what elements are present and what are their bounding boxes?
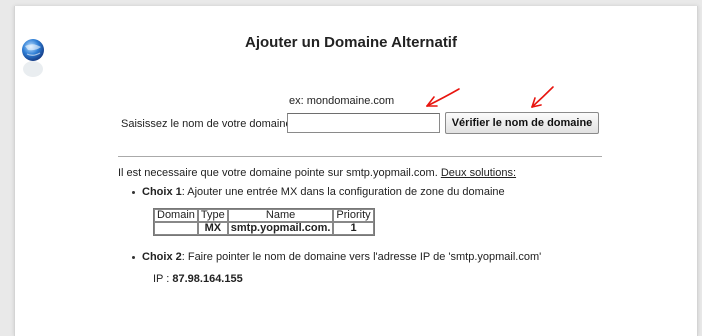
choice-1-label: Choix 1 [142,186,182,198]
intro-text: Il est necessaire que votre domaine poin… [118,167,441,179]
solutions-link[interactable]: Deux solutions: [441,167,516,179]
mx-record-table: Domain Type Name Priority MX smtp.yopmai… [153,208,375,236]
header-priority: Priority [333,209,374,222]
header-name: Name [227,209,334,222]
instructions-intro: Il est necessaire que votre domaine poin… [118,167,516,179]
verify-domain-button[interactable]: Vérifier le nom de domaine [445,112,599,134]
cell-domain [154,222,198,235]
ip-address-line: IP : 87.98.164.155 [153,273,243,285]
cell-name: smtp.yopmail.com. [227,222,334,235]
bullet-icon [132,191,135,194]
choice-2-text: : Faire pointer le nom de domaine vers l… [181,251,542,263]
cell-type: MX [197,222,228,235]
choice-2-item: Choix 2: Faire pointer le nom de domaine… [132,251,542,263]
bullet-icon [132,256,135,259]
choice-2-label: Choix 2 [142,251,182,263]
choice-1-text: : Ajouter une entrée MX dans la configur… [181,186,505,198]
ip-value: 87.98.164.155 [172,273,243,285]
section-divider [118,156,602,157]
example-hint: ex: mondomaine.com [289,95,395,107]
domain-label: Saisissez le nom de votre domaine [121,118,292,130]
domain-input[interactable] [287,113,440,133]
cell-priority: 1 [333,222,374,235]
ip-label: IP : [153,273,173,285]
page-title: Ajouter un Domaine Alternatif [245,34,457,51]
choice-1-item: Choix 1: Ajouter une entrée MX dans la c… [132,186,505,198]
header-type: Type [197,209,228,222]
header-domain: Domain [154,209,198,222]
